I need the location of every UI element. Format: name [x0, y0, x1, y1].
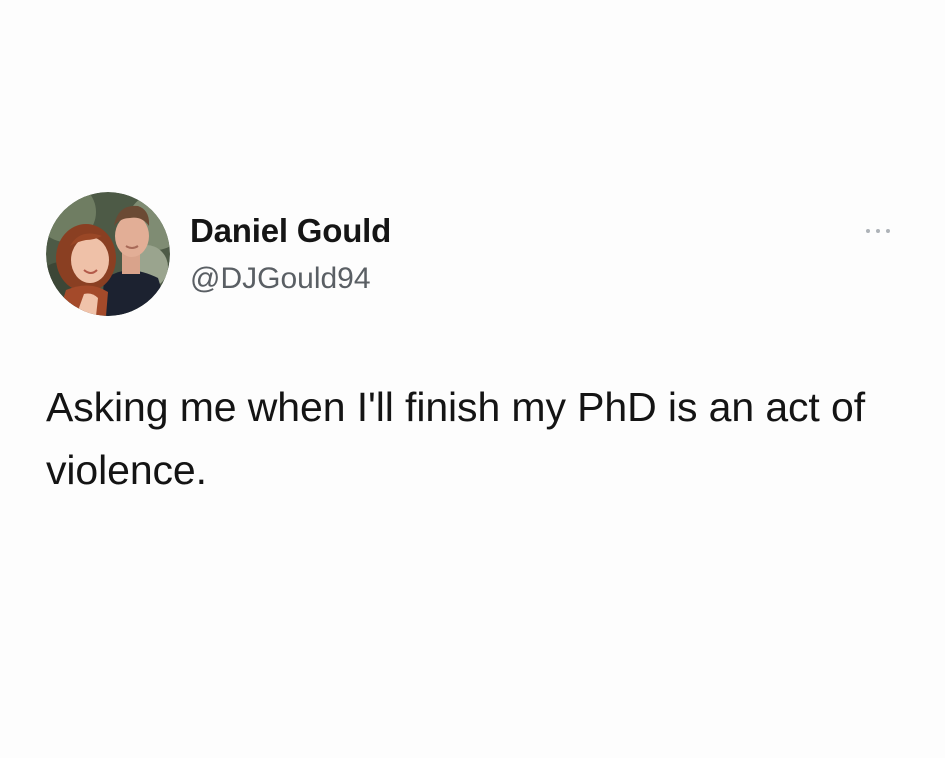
more-dot	[876, 229, 880, 233]
tweet-text: Asking me when I'll finish my PhD is an …	[46, 384, 866, 493]
author-handle[interactable]: @DJGould94	[190, 260, 391, 298]
tweet-card: Daniel Gould @DJGould94 Asking me when I…	[0, 0, 945, 758]
profile-photo-avatar	[46, 192, 170, 316]
tweet-author: Daniel Gould @DJGould94	[190, 211, 391, 298]
more-dot	[866, 229, 870, 233]
author-display-name[interactable]: Daniel Gould	[190, 211, 391, 251]
profile-avatar[interactable]	[46, 192, 170, 316]
more-options-icon[interactable]	[866, 220, 890, 242]
more-dot	[886, 229, 890, 233]
